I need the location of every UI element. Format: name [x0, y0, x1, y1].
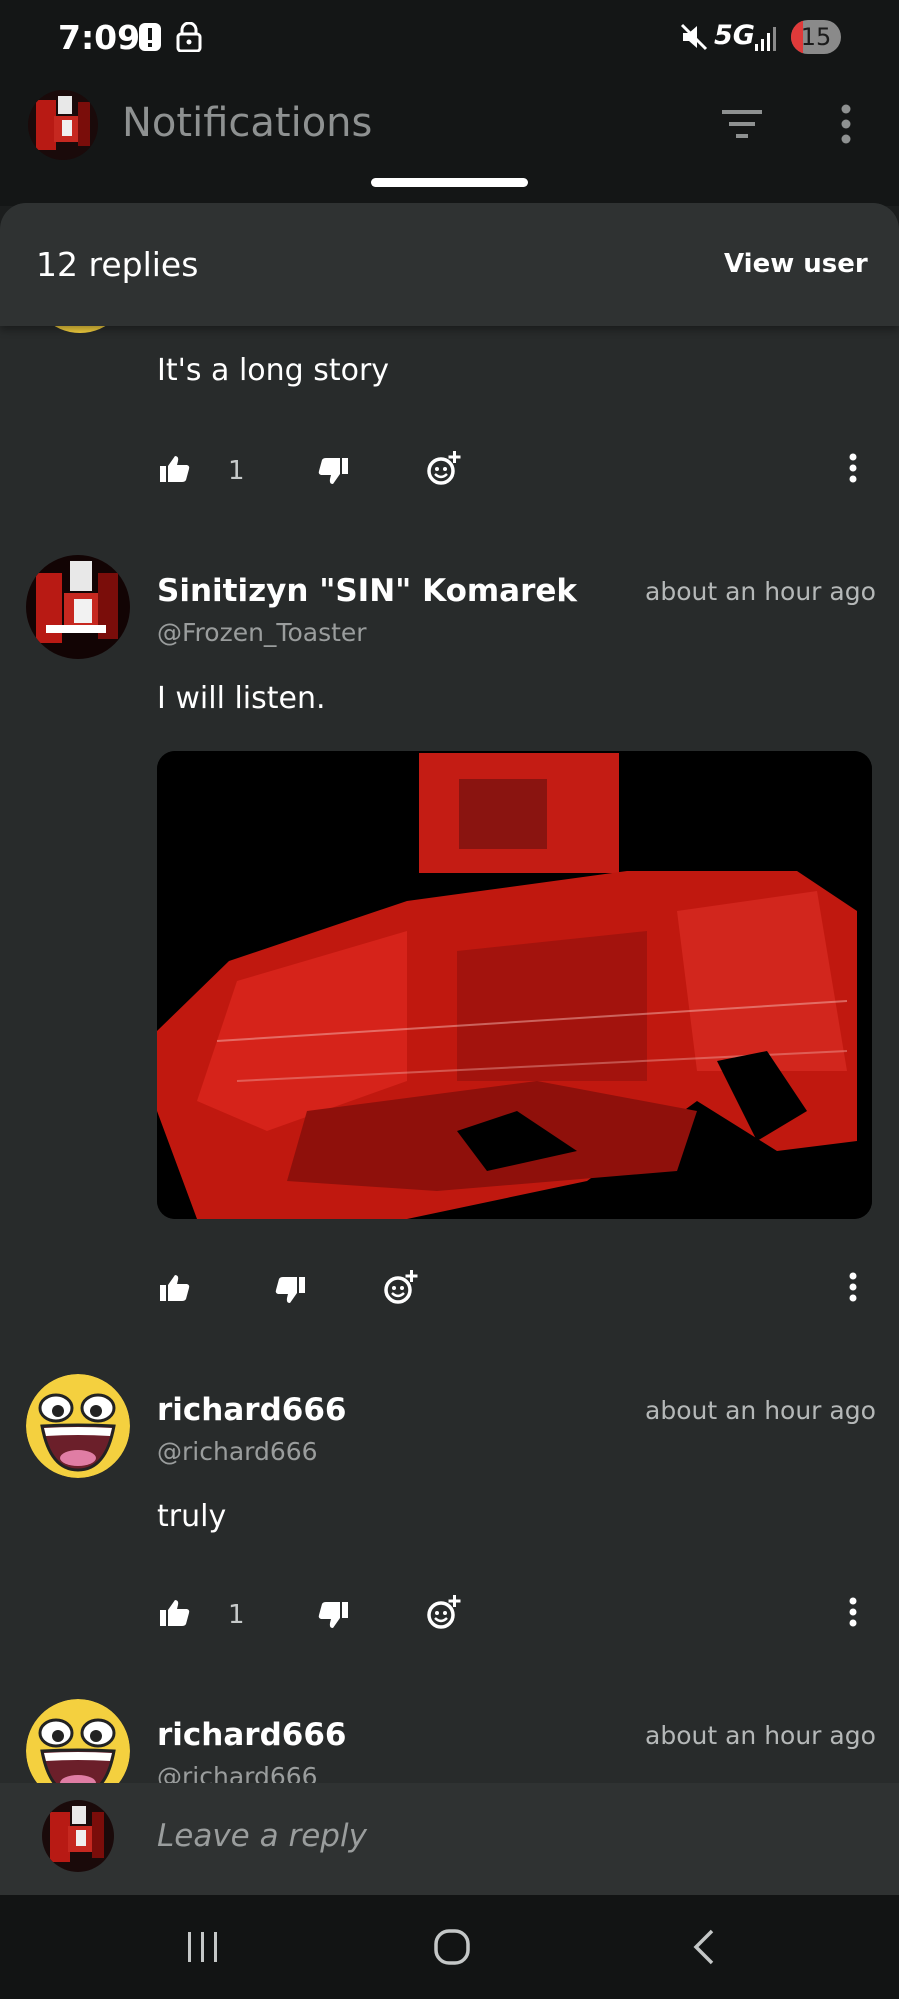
comment-text: It's a long story	[157, 353, 390, 388]
alert-icon	[138, 22, 162, 56]
comment-username[interactable]: richard666	[157, 1392, 346, 1428]
thumbs-down-icon[interactable]	[275, 1276, 305, 1308]
lock-icon	[176, 21, 202, 56]
battery-level: 15	[800, 23, 832, 51]
avatar[interactable]	[28, 90, 98, 160]
comment-text: I will listen.	[157, 681, 326, 716]
mute-icon	[680, 22, 708, 56]
comment-handle[interactable]: @richard666	[157, 1437, 318, 1466]
comment-more-icon[interactable]	[848, 1597, 858, 1631]
comment-more-icon[interactable]	[848, 1272, 858, 1306]
replies-sheet: 12 replies View user It's a long story 1…	[0, 203, 899, 1783]
reply-bar	[0, 1783, 899, 1895]
thumbs-up-icon[interactable]	[160, 1599, 190, 1631]
comment-handle[interactable]: @Frozen_Toaster	[157, 618, 367, 647]
comment-time: about an hour ago	[645, 577, 876, 606]
thumbs-up-icon[interactable]	[160, 455, 190, 487]
thumbs-down-icon[interactable]	[318, 457, 348, 489]
replies-count: 12 replies	[36, 245, 199, 284]
thumbs-up-icon[interactable]	[160, 1274, 190, 1306]
comment-text: truly	[157, 1499, 227, 1534]
recent-apps-icon[interactable]	[186, 1930, 220, 1968]
comment-attachment-image[interactable]	[157, 751, 872, 1219]
sheet-drag-handle[interactable]	[371, 178, 528, 187]
filter-icon[interactable]	[722, 108, 762, 144]
add-reaction-icon[interactable]	[383, 1270, 419, 1310]
comment-time: about an hour ago	[645, 1721, 876, 1750]
network-type: 5G	[714, 20, 755, 51]
avatar[interactable]	[26, 555, 130, 659]
view-user-button[interactable]: View user	[724, 249, 868, 279]
thumbs-down-icon[interactable]	[318, 1601, 348, 1633]
status-time: 7:09	[58, 18, 141, 57]
back-icon[interactable]	[690, 1928, 718, 1970]
avatar[interactable]	[26, 1699, 130, 1783]
comment-more-icon[interactable]	[848, 453, 858, 487]
comment-username[interactable]: Sinitizyn "SIN" Komarek	[157, 573, 577, 609]
like-count: 1	[228, 1600, 245, 1630]
page-title: Notifications	[122, 100, 373, 146]
home-icon[interactable]	[433, 1928, 471, 1970]
sheet-header: 12 replies View user	[0, 203, 899, 326]
comment-handle[interactable]: @richard666	[157, 1762, 318, 1783]
comment-username[interactable]: richard666	[157, 1717, 346, 1753]
like-count: 1	[228, 456, 245, 486]
battery-indicator: 15	[791, 20, 841, 54]
more-options-icon[interactable]	[838, 104, 854, 148]
add-reaction-icon[interactable]	[426, 451, 462, 491]
comment-time: about an hour ago	[645, 1396, 876, 1425]
reply-input[interactable]: Leave a reply	[157, 1818, 367, 1854]
add-reaction-icon[interactable]	[426, 1595, 462, 1635]
avatar	[42, 1800, 114, 1872]
avatar[interactable]	[26, 1374, 130, 1478]
signal-icon	[754, 24, 780, 56]
